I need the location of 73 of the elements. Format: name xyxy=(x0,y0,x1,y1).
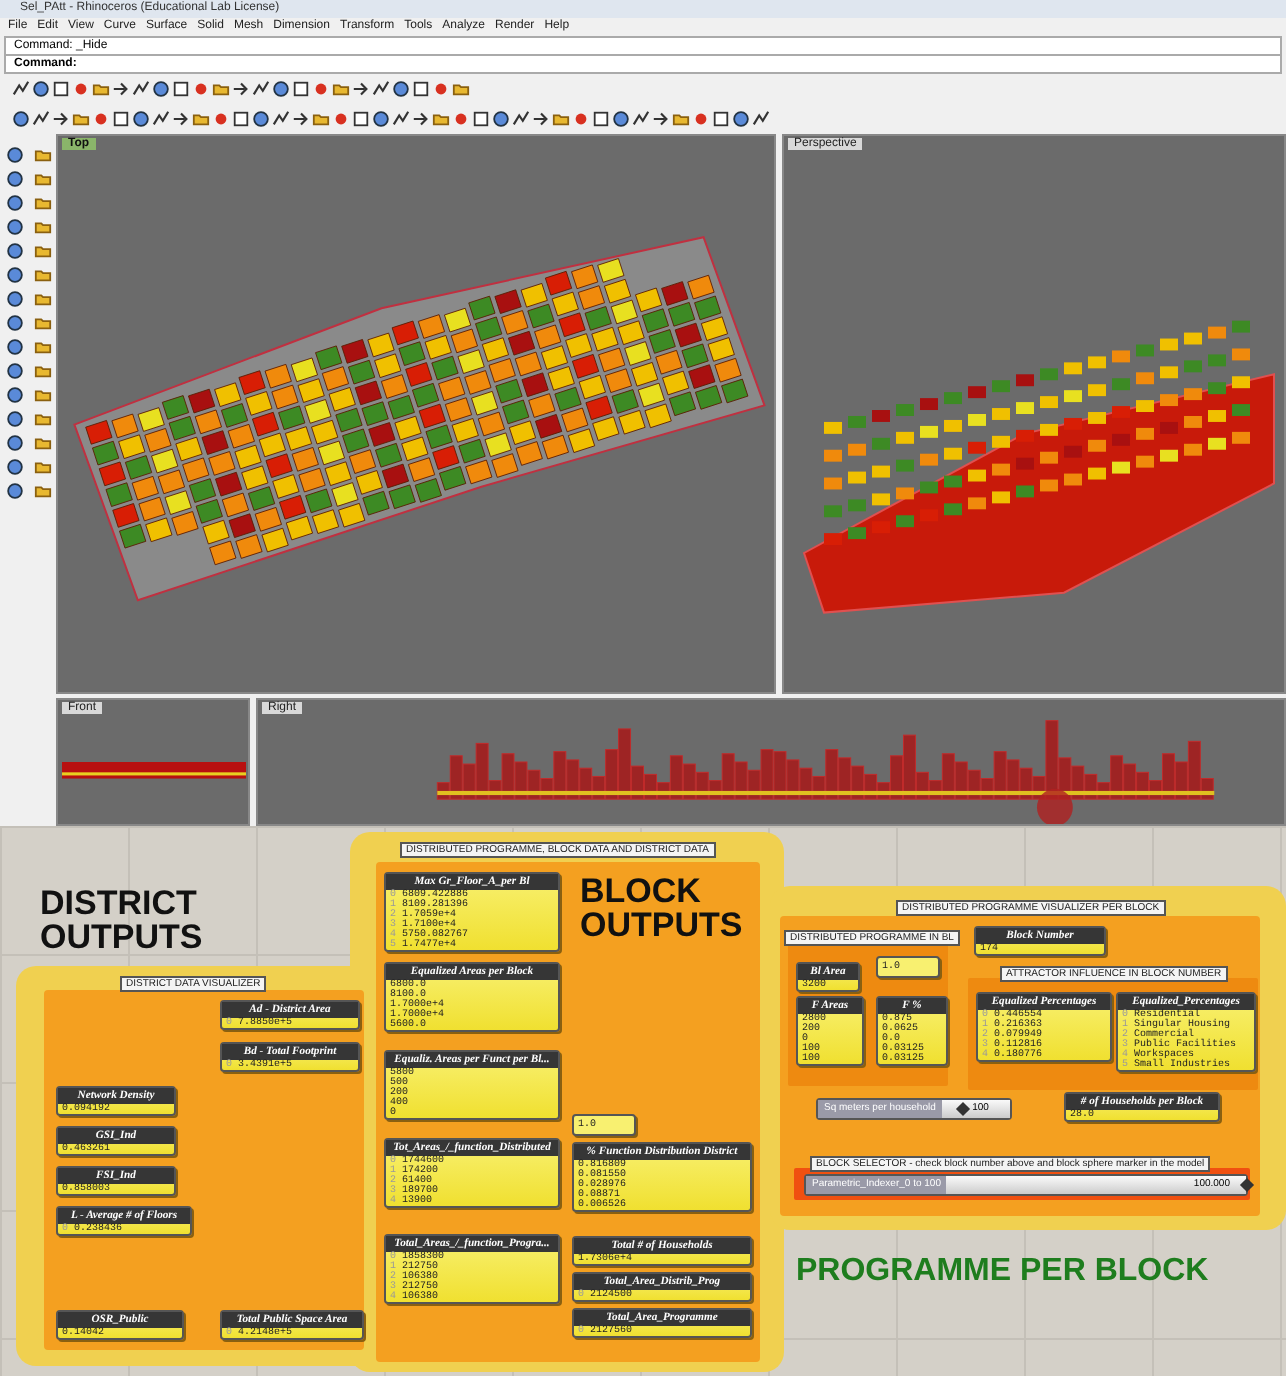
arrow-icon[interactable] xyxy=(292,110,310,128)
circle-icon[interactable] xyxy=(5,409,23,427)
circle-icon[interactable] xyxy=(5,313,23,331)
dot-icon[interactable] xyxy=(72,80,90,98)
arrow-icon[interactable] xyxy=(52,110,70,128)
dot-icon[interactable] xyxy=(192,80,210,98)
arrow-icon[interactable] xyxy=(112,80,130,98)
line-icon[interactable] xyxy=(512,110,530,128)
line-icon[interactable] xyxy=(12,80,30,98)
circle-icon[interactable] xyxy=(252,110,270,128)
square-icon[interactable] xyxy=(712,110,730,128)
line-icon[interactable] xyxy=(32,110,50,128)
circle-icon[interactable] xyxy=(272,80,290,98)
square-icon[interactable] xyxy=(472,110,490,128)
circle-icon[interactable] xyxy=(132,110,150,128)
circle-icon[interactable] xyxy=(5,337,23,355)
circle-icon[interactable] xyxy=(5,169,23,187)
line-icon[interactable] xyxy=(132,80,150,98)
circle-icon[interactable] xyxy=(612,110,630,128)
circle-icon[interactable] xyxy=(5,481,23,499)
folder-icon[interactable] xyxy=(552,110,570,128)
dot-icon[interactable] xyxy=(432,80,450,98)
slider-grip[interactable] xyxy=(956,1101,971,1117)
circle-icon[interactable] xyxy=(5,145,23,163)
square-icon[interactable] xyxy=(112,110,130,128)
group-heading: BLOCK OUTPUTS xyxy=(580,874,745,942)
arrow-icon[interactable] xyxy=(232,80,250,98)
line-icon[interactable] xyxy=(152,110,170,128)
circle-icon[interactable] xyxy=(5,265,23,283)
circle-icon[interactable] xyxy=(5,385,23,403)
group-heading: PROGRAMME PER BLOCK xyxy=(796,1254,1211,1288)
square-icon[interactable] xyxy=(292,80,310,98)
line-icon[interactable] xyxy=(392,110,410,128)
line-icon[interactable] xyxy=(272,110,290,128)
circle-icon[interactable] xyxy=(12,110,30,128)
dot-icon[interactable] xyxy=(212,110,230,128)
square-icon[interactable] xyxy=(412,80,430,98)
circle-icon[interactable] xyxy=(5,217,23,235)
dot-icon[interactable] xyxy=(692,110,710,128)
line-icon[interactable] xyxy=(632,110,650,128)
dot-icon[interactable] xyxy=(312,80,330,98)
circle-icon[interactable] xyxy=(492,110,510,128)
arrow-icon[interactable] xyxy=(412,110,430,128)
square-icon[interactable] xyxy=(52,80,70,98)
line-icon[interactable] xyxy=(752,110,770,128)
square-icon[interactable] xyxy=(592,110,610,128)
slider-grip[interactable] xyxy=(1239,1177,1255,1193)
circle-icon[interactable] xyxy=(392,80,410,98)
circle-icon[interactable] xyxy=(372,110,390,128)
dot-icon[interactable] xyxy=(452,110,470,128)
circle-icon[interactable] xyxy=(5,289,23,307)
square-icon[interactable] xyxy=(232,110,250,128)
arrow-icon[interactable] xyxy=(532,110,550,128)
arrow-icon[interactable] xyxy=(352,80,370,98)
circle-icon[interactable] xyxy=(5,241,23,259)
dot-icon[interactable] xyxy=(572,110,590,128)
circle-icon[interactable] xyxy=(5,361,23,379)
arrow-icon[interactable] xyxy=(172,110,190,128)
circle-icon[interactable] xyxy=(32,80,50,98)
circle-icon[interactable] xyxy=(152,80,170,98)
square-icon[interactable] xyxy=(172,80,190,98)
dot-icon[interactable] xyxy=(332,110,350,128)
group-heading: DISTRICT OUTPUTS xyxy=(40,886,205,954)
line-icon[interactable] xyxy=(372,80,390,98)
circle-icon[interactable] xyxy=(5,193,23,211)
circle-icon[interactable] xyxy=(5,433,23,451)
dot-icon[interactable] xyxy=(92,110,110,128)
square-icon[interactable] xyxy=(352,110,370,128)
arrow-icon[interactable] xyxy=(652,110,670,128)
circle-icon[interactable] xyxy=(732,110,750,128)
folder-icon[interactable] xyxy=(672,110,690,128)
line-icon[interactable] xyxy=(252,80,270,98)
circle-icon[interactable] xyxy=(5,457,23,475)
